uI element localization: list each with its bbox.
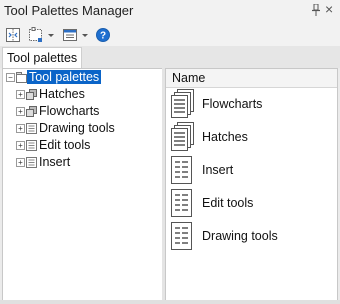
stacked-palette-icon [170, 122, 196, 152]
tree-item-edit-tools[interactable]: + Edit tools [3, 138, 161, 154]
expand-toggle[interactable]: + [16, 158, 25, 167]
tree-item-insert[interactable]: + Insert [3, 155, 161, 171]
expand-toggle[interactable]: + [16, 141, 25, 150]
column-header-name[interactable]: Name [166, 69, 337, 88]
palette-group-icon [16, 72, 27, 83]
list-item-label: Edit tools [202, 196, 254, 210]
list-item-label: Flowcharts [202, 97, 263, 111]
pin-icon[interactable] [311, 3, 321, 19]
window-title: Tool Palettes Manager [4, 3, 134, 18]
palette-icon [26, 140, 37, 151]
help-icon[interactable]: ? [95, 27, 111, 43]
tab-tool-palettes[interactable]: Tool palettes [2, 47, 83, 69]
list-item-edit-tools[interactable]: Edit tools [170, 188, 330, 218]
toolbar: ? [0, 24, 340, 46]
stacked-palette-icon [26, 106, 37, 117]
list-item-insert[interactable]: Insert [170, 155, 330, 185]
new-palette-icon[interactable] [5, 27, 21, 43]
close-icon[interactable]: × [325, 2, 333, 16]
palette-icon [170, 221, 196, 251]
palette-list[interactable]: Name Flowcharts Hatches Insert Edit tool… [165, 68, 338, 302]
tree-item-drawing-tools[interactable]: + Drawing tools [3, 121, 161, 137]
list-item-hatches[interactable]: Hatches [170, 122, 330, 152]
tree-item-label: Flowcharts [39, 104, 100, 118]
tree-item-label: Tool palettes [27, 70, 102, 84]
palette-tree[interactable]: − Tool palettes + Hatches + Flowcharts +… [2, 68, 164, 302]
tree-item-root[interactable]: − Tool palettes [3, 70, 161, 86]
svg-text:?: ? [100, 31, 106, 42]
title-bar[interactable]: Tool Palettes Manager × [0, 0, 340, 24]
expand-toggle[interactable]: + [16, 124, 25, 133]
list-item-label: Hatches [202, 130, 248, 144]
list-item-label: Drawing tools [202, 229, 278, 243]
list-item-drawing-tools[interactable]: Drawing tools [170, 221, 330, 251]
palette-icon [26, 123, 37, 134]
stacked-palette-icon [170, 89, 196, 119]
list-item-flowcharts[interactable]: Flowcharts [170, 89, 330, 119]
tree-item-label: Insert [39, 155, 71, 169]
expand-toggle[interactable]: + [16, 90, 25, 99]
view-options-icon[interactable] [62, 27, 90, 43]
tab-bar: Tool palettes [0, 46, 340, 69]
palette-icon [170, 188, 196, 218]
tree-item-label: Hatches [39, 87, 85, 101]
window-bottom-edge [0, 300, 340, 304]
tree-item-label: Edit tools [39, 138, 91, 152]
tree-item-hatches[interactable]: + Hatches [3, 87, 161, 103]
import-icon[interactable] [28, 27, 56, 43]
expand-toggle[interactable]: + [16, 107, 25, 116]
tool-palettes-manager-window: Tool Palettes Manager × ? Tool palettes … [0, 0, 340, 304]
stacked-palette-icon [26, 89, 37, 100]
list-item-label: Insert [202, 163, 234, 177]
tree-item-flowcharts[interactable]: + Flowcharts [3, 104, 161, 120]
palette-icon [170, 155, 196, 185]
tree-item-label: Drawing tools [39, 121, 115, 135]
collapse-toggle[interactable]: − [6, 73, 15, 82]
palette-icon [26, 157, 37, 168]
